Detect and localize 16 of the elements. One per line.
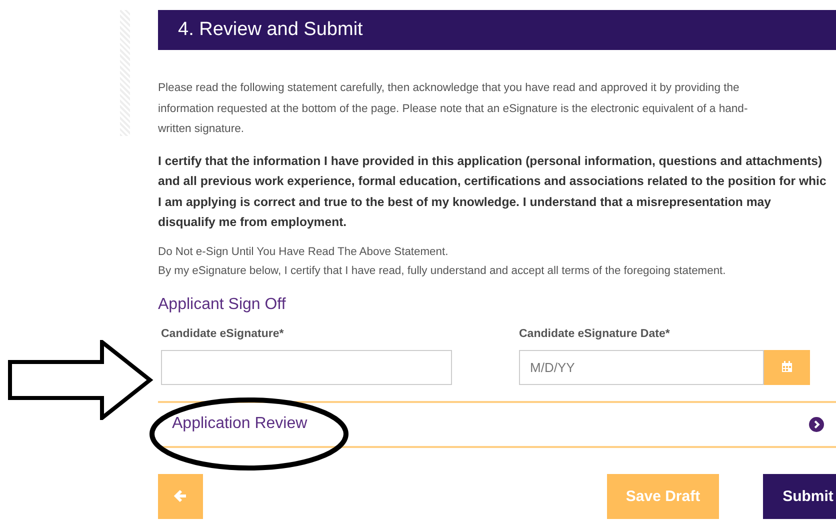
section-title: 4. Review and Submit — [158, 10, 836, 50]
notice-text: Do Not e-Sign Until You Have Read The Above Statement. By my eSignature below, I certify that I have read, fully understand and accept all terms of the foregoing statement. — [158, 244, 727, 278]
signature-field[interactable] — [161, 350, 452, 384]
date-field[interactable]: M/D/YY — [519, 350, 764, 384]
left-arrow-icon — [174, 489, 188, 503]
back-button[interactable] — [158, 474, 203, 518]
chevron-circle-icon — [809, 416, 824, 432]
field-label: Candidate eSignature* — [161, 328, 285, 340]
submit-button[interactable]: Submit — [763, 474, 836, 518]
calendar-icon — [781, 361, 793, 373]
sign-off-heading: Applicant Sign Off — [158, 296, 287, 314]
calendar-button[interactable] — [764, 350, 810, 384]
certification-statement: I certify that the information I have provided in this application (personal information, questions and attachments) and all previous work experience, formal education, certifications and associations related to the position for whic I am applying is correct and true to the best of my knowledge. I understand that a misrepresentation may disqualify me from employment. — [158, 152, 828, 231]
intro-text: Please read the following statement carefully, then acknowledge that you have read and approved it by providing the information requested at the bottom of the page. Please note that an eSignature is the electronic equivalent of a hand-written signature. — [158, 81, 749, 137]
accordion-header[interactable]: Application Review — [158, 400, 836, 448]
field-label: Candidate eSignature Date* — [519, 328, 671, 340]
